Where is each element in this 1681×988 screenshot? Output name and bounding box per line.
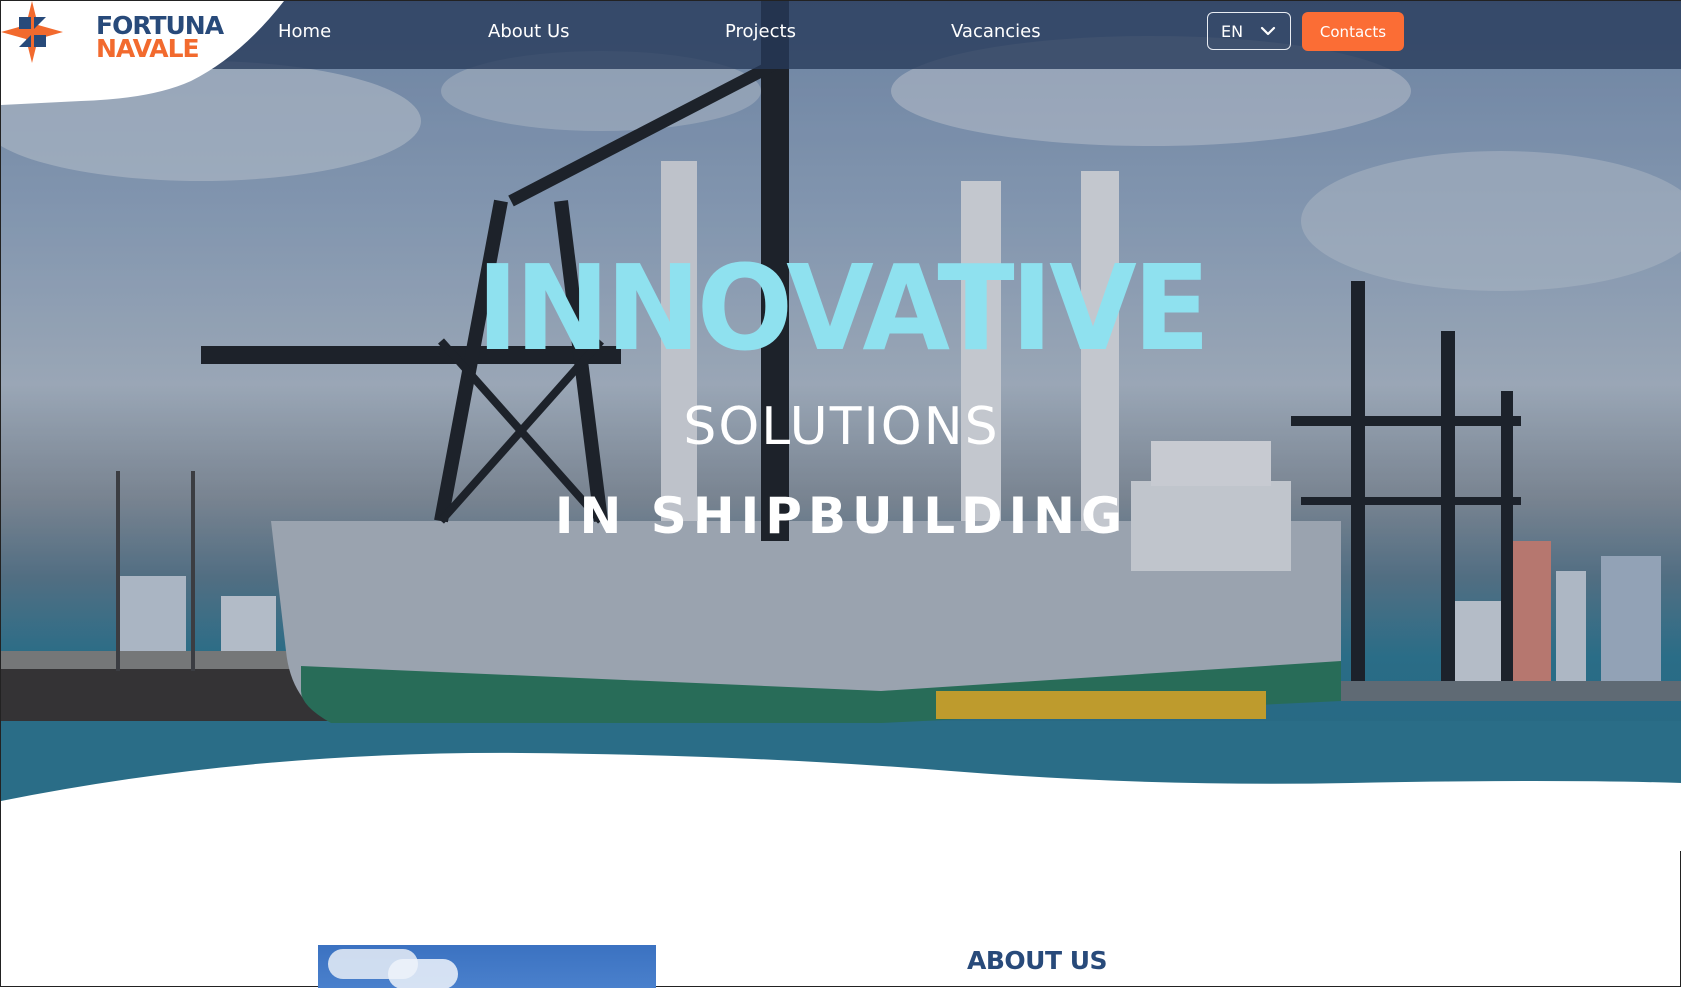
hero-subtitle: SOLUTIONS bbox=[683, 397, 1000, 457]
compass-logo-icon bbox=[1, 1, 63, 63]
hero-tagline: IN SHIPBUILDING bbox=[554, 487, 1129, 545]
about-section-title: ABOUT US bbox=[967, 946, 1108, 975]
hero-title: INNOVATIVE bbox=[476, 239, 1211, 377]
about-image-cloud bbox=[388, 959, 458, 988]
hero-section: INNOVATIVE SOLUTIONS IN SHIPBUILDING bbox=[1, 1, 1681, 801]
contacts-button[interactable]: Contacts bbox=[1302, 12, 1404, 51]
nav-home[interactable]: Home bbox=[278, 21, 331, 42]
logo-link[interactable]: FORTUNA NAVALE bbox=[1, 1, 291, 105]
nav-about-us[interactable]: About Us bbox=[488, 21, 570, 42]
top-navbar: FORTUNA NAVALE Home About Us Projects Va… bbox=[1, 1, 1681, 105]
language-value: EN bbox=[1221, 22, 1244, 41]
chevron-down-icon bbox=[1260, 26, 1276, 36]
nav-vacancies[interactable]: Vacancies bbox=[951, 21, 1041, 42]
about-image bbox=[318, 945, 656, 988]
nav-projects[interactable]: Projects bbox=[725, 21, 796, 42]
logo-text-navale: NAVALE bbox=[96, 34, 200, 63]
language-select[interactable]: EN bbox=[1207, 12, 1291, 50]
hero-wave-divider bbox=[1, 752, 1681, 851]
